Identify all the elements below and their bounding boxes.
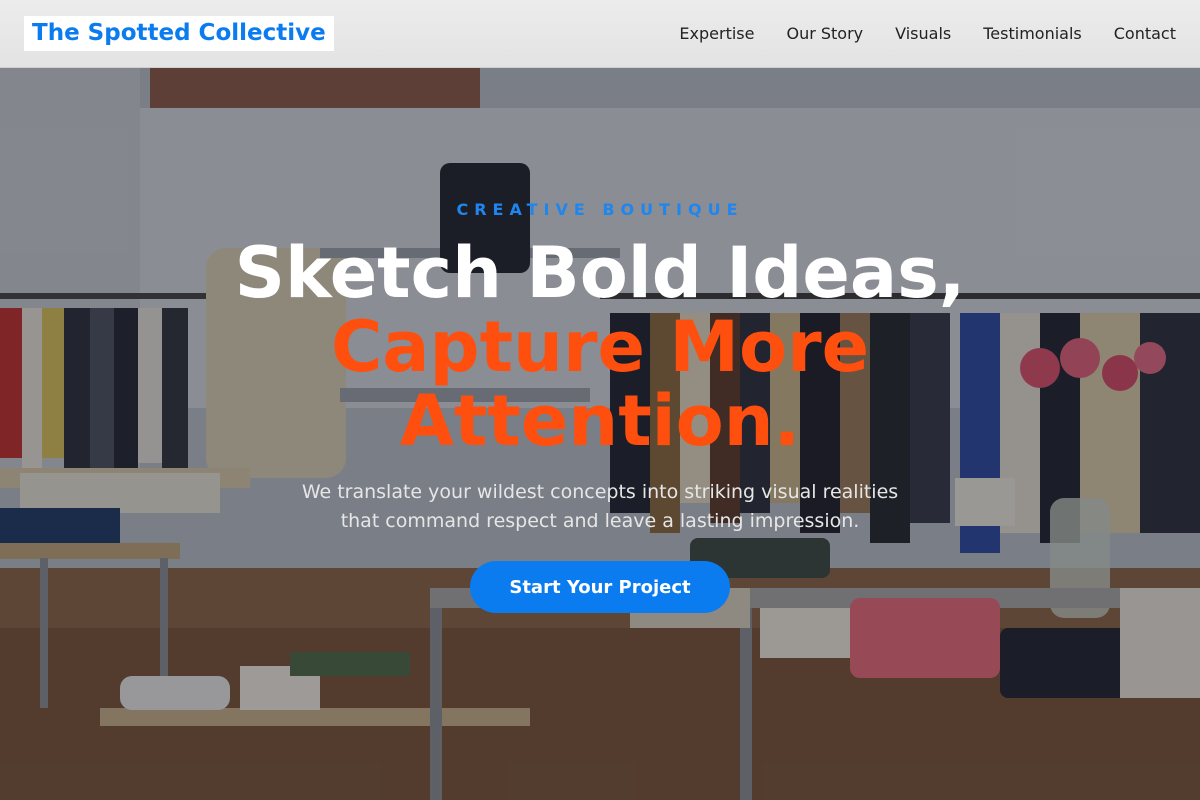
hero-subtitle: We translate your wildest concepts into … bbox=[280, 478, 920, 536]
nav-link-contact[interactable]: Contact bbox=[1114, 24, 1176, 43]
hero-section: CREATIVE BOUTIQUE Sketch Bold Ideas, Cap… bbox=[0, 68, 1200, 800]
hero-subtitle-line2: that command respect and leave a lasting… bbox=[340, 510, 860, 532]
hero-headline: Sketch Bold Ideas, Capture More Attentio… bbox=[0, 236, 1200, 458]
site-header: The Spotted Collective Expertise Our Sto… bbox=[0, 0, 1200, 68]
hero-headline-line1: Sketch Bold Ideas, bbox=[234, 232, 966, 314]
hero-content: CREATIVE BOUTIQUE Sketch Bold Ideas, Cap… bbox=[0, 68, 1200, 800]
nav-link-visuals[interactable]: Visuals bbox=[895, 24, 951, 43]
nav-link-expertise[interactable]: Expertise bbox=[679, 24, 754, 43]
hero-subtitle-line1: We translate your wildest concepts into … bbox=[301, 481, 899, 503]
nav-link-our-story[interactable]: Our Story bbox=[786, 24, 863, 43]
start-project-button[interactable]: Start Your Project bbox=[470, 561, 730, 613]
hero-eyebrow: CREATIVE BOUTIQUE bbox=[456, 200, 744, 219]
hero-headline-line3: Attention. bbox=[399, 380, 801, 462]
main-nav: Expertise Our Story Visuals Testimonials… bbox=[679, 0, 1176, 67]
logo-link[interactable]: The Spotted Collective bbox=[24, 16, 334, 51]
hero-headline-line2: Capture More bbox=[330, 306, 870, 388]
nav-link-testimonials[interactable]: Testimonials bbox=[983, 24, 1082, 43]
